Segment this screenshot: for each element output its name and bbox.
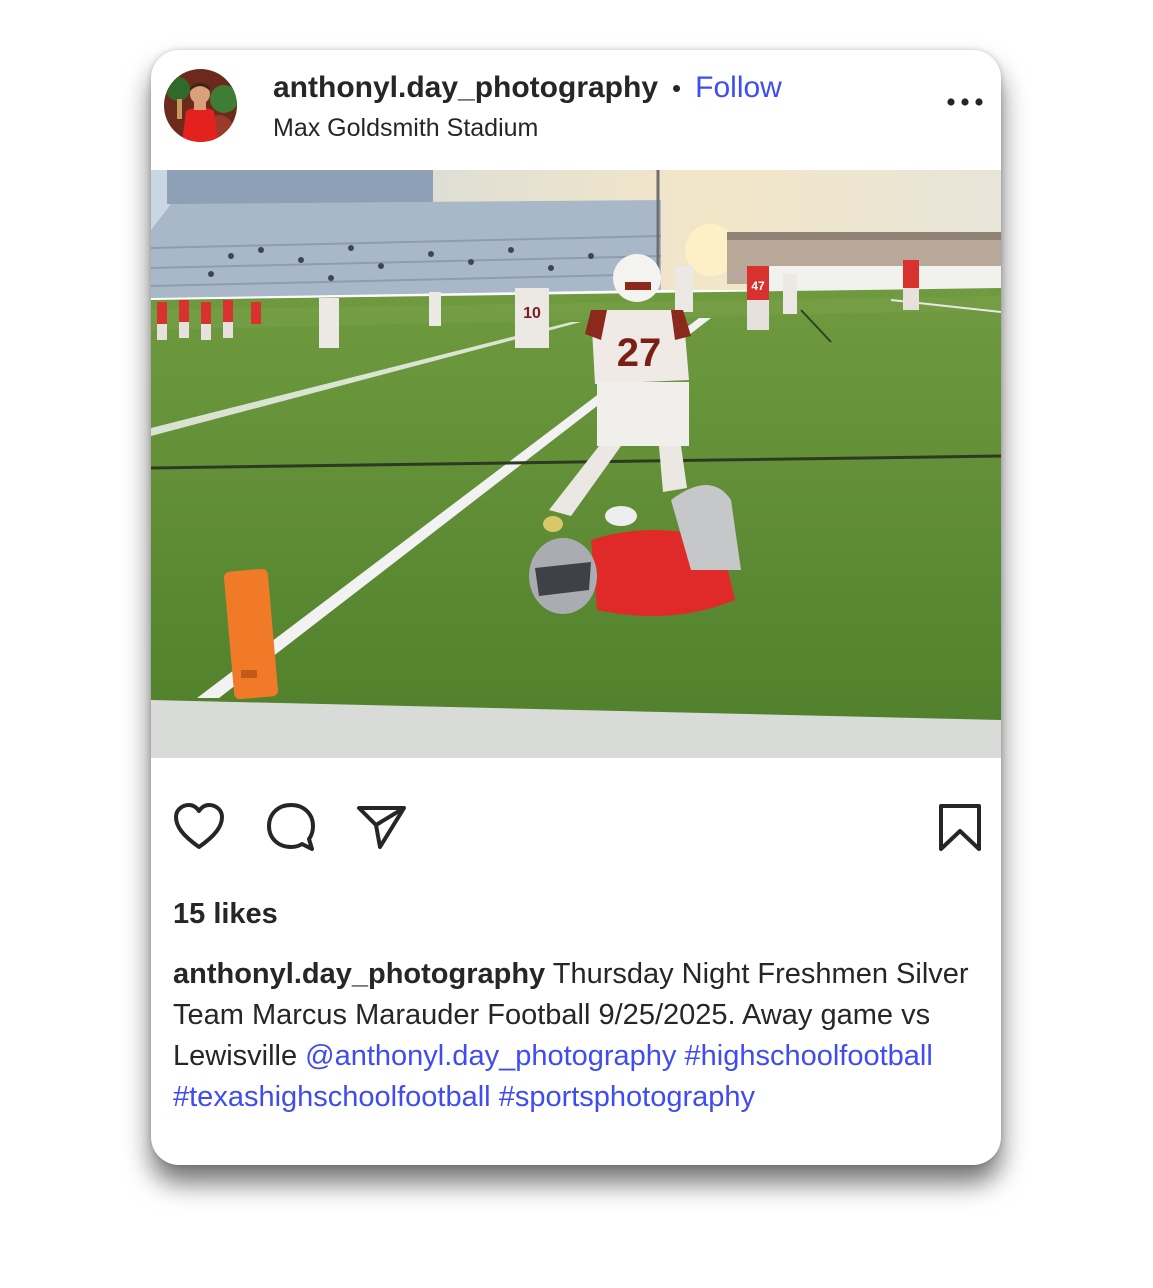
share-icon[interactable] [356,803,408,856]
ellipsis-icon[interactable] [945,90,985,114]
post-photo[interactable]: 10 47 27 [151,170,1001,758]
hashtag-link[interactable]: #texashighschoolfootball [173,1081,491,1113]
jersey-number-back: 10 [523,305,541,322]
bookmark-icon[interactable] [937,803,983,858]
caption-username[interactable]: anthonyl.day_photography [173,958,545,990]
avatar[interactable] [164,69,237,142]
comment-icon[interactable] [264,801,318,860]
heart-icon[interactable] [172,802,226,857]
post-card: anthonyl.day_photography • Follow Max Go… [151,50,1001,1165]
jersey-number-front: 27 [617,331,662,375]
follow-button[interactable]: Follow [695,71,782,105]
jersey-number-red: 47 [751,279,765,293]
likes-count[interactable]: 15 likes [173,898,278,931]
post-header: anthonyl.day_photography • Follow Max Go… [151,50,1001,170]
caption-mention[interactable]: @anthonyl.day_photography [305,1040,676,1072]
separator-dot: • [672,72,682,103]
post-username[interactable]: anthonyl.day_photography [273,71,658,105]
post-caption: anthonyl.day_photography Thursday Night … [173,954,973,1118]
location-link[interactable]: Max Goldsmith Stadium [273,114,538,143]
post-actions [151,758,1001,888]
username-row: anthonyl.day_photography • Follow [273,68,782,108]
hashtag-link[interactable]: #sportsphotography [499,1081,755,1113]
hashtag-link[interactable]: #highschoolfootball [685,1040,933,1072]
